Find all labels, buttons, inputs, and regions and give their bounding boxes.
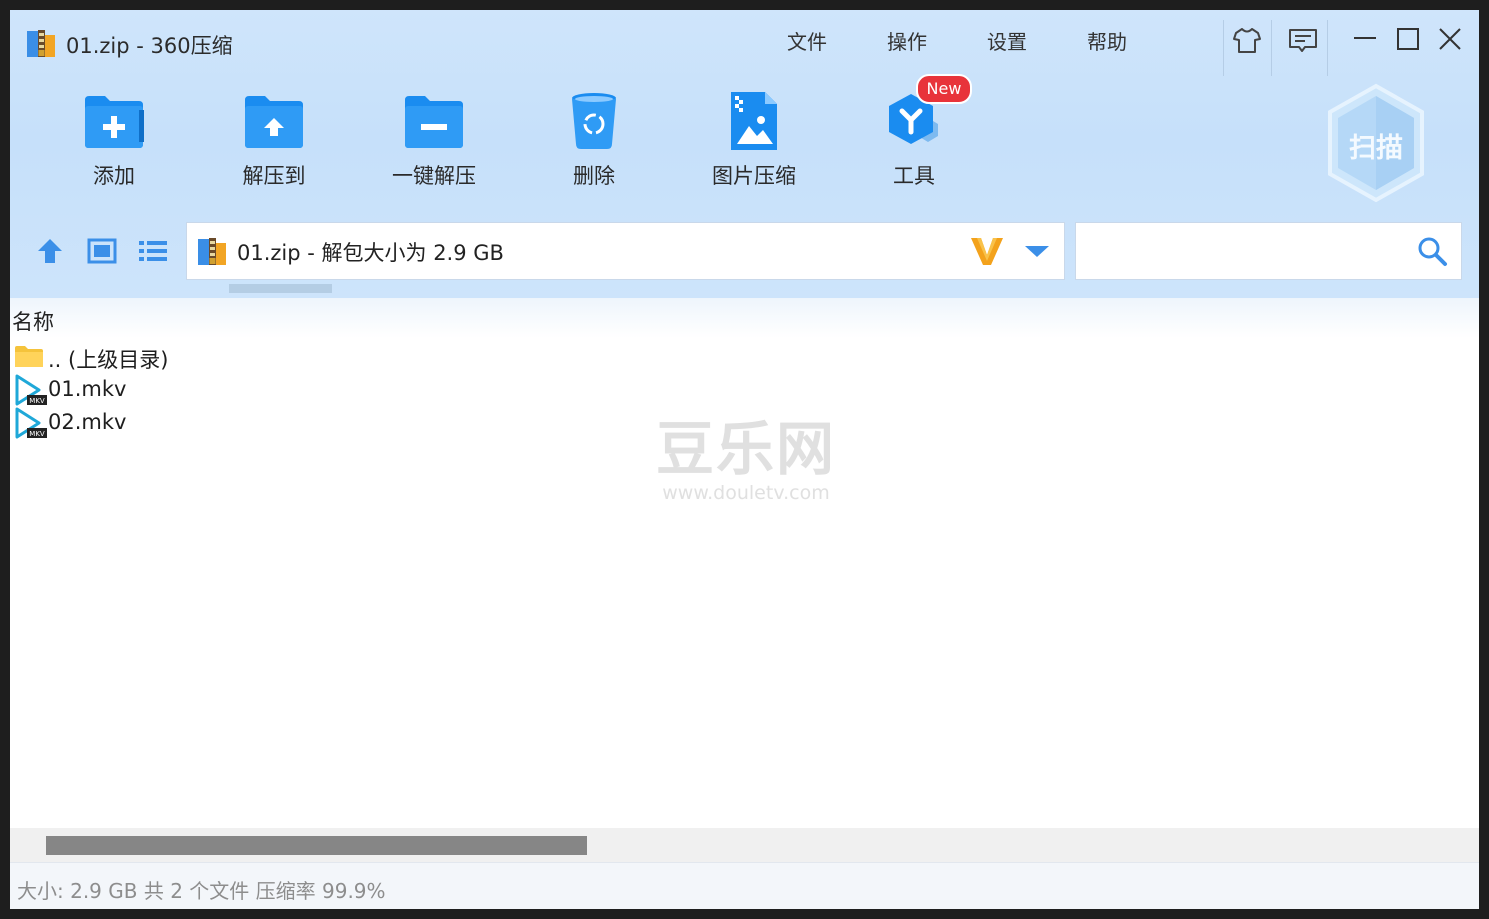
- one-click-label: 一键解压: [392, 164, 476, 188]
- scrollbar-thumb[interactable]: [46, 836, 587, 855]
- list-item[interactable]: MKV 02.mkv: [14, 407, 414, 439]
- one-click-folder-icon: [405, 96, 463, 148]
- search-input[interactable]: [1084, 231, 1408, 273]
- status-text: 大小: 2.9 GB 共 2 个文件 压缩率 99.9%: [17, 879, 386, 903]
- add-label: 添加: [93, 164, 135, 188]
- search-icon[interactable]: [1416, 235, 1448, 267]
- tools-label: 工具: [893, 164, 935, 188]
- mkv-file-icon: MKV: [15, 374, 47, 406]
- list-item-name: 02.mkv: [48, 410, 127, 434]
- recycle-bin-icon: [572, 93, 616, 149]
- column-header[interactable]: 名称: [10, 298, 1479, 338]
- thumbnail-view-icon[interactable]: [87, 236, 117, 266]
- menu-file[interactable]: 文件: [787, 26, 827, 55]
- image-file-icon: [731, 92, 777, 150]
- window-title: 01.zip - 360压缩: [66, 34, 233, 58]
- extract-to-label: 解压到: [242, 164, 306, 188]
- column-name-header[interactable]: 名称: [12, 306, 54, 336]
- list-item-name: .. (上级目录): [48, 348, 169, 372]
- address-bar[interactable]: 01.zip - 解包大小为 2.9 GB: [186, 222, 1065, 280]
- title-separator: [1271, 20, 1272, 76]
- menu-help[interactable]: 帮助: [1087, 26, 1127, 55]
- zip-archive-icon: [27, 30, 55, 57]
- maximize-icon[interactable]: [1392, 24, 1424, 56]
- scan-button[interactable]: 扫描: [1324, 82, 1428, 206]
- title-separator: [1327, 20, 1328, 76]
- feedback-message-icon[interactable]: [1287, 24, 1319, 56]
- mkv-file-icon: MKV: [15, 407, 47, 439]
- mkv-badge: MKV: [29, 397, 45, 405]
- extract-to-button[interactable]: 解压到: [209, 90, 339, 190]
- list-item-name: 01.mkv: [48, 377, 127, 401]
- watermark-title: 豆乐网: [655, 415, 836, 483]
- list-item[interactable]: MKV 01.mkv: [14, 374, 414, 406]
- image-compress-label: 图片压缩: [712, 164, 796, 188]
- address-text: 01.zip - 解包大小为 2.9 GB: [237, 241, 504, 265]
- vip-v-icon[interactable]: [969, 235, 1005, 267]
- up-arrow-icon[interactable]: [35, 236, 65, 266]
- close-icon[interactable]: [1434, 24, 1466, 56]
- list-item-parent-dir[interactable]: .. (上级目录): [14, 341, 414, 373]
- horizontal-scrollbar[interactable]: [10, 828, 1479, 862]
- app-window: 01.zip - 360压缩 文件 操作 设置 帮助 添加 解压到 一键解压 删…: [10, 10, 1479, 909]
- delete-label: 删除: [573, 164, 615, 188]
- chevron-down-icon[interactable]: [1022, 241, 1052, 261]
- extract-folder-icon: [245, 96, 303, 148]
- search-box[interactable]: [1075, 222, 1462, 280]
- new-badge: New: [916, 74, 972, 104]
- menu-operate[interactable]: 操作: [887, 26, 927, 55]
- mkv-badge: MKV: [29, 430, 45, 438]
- image-compress-button[interactable]: 图片压缩: [689, 90, 819, 190]
- tools-button[interactable]: 工具: [849, 90, 979, 190]
- watermark-url: www.douletv.com: [662, 482, 830, 504]
- skin-shirt-icon[interactable]: [1231, 24, 1263, 56]
- title-separator: [1223, 20, 1224, 76]
- scan-label: 扫描: [1349, 133, 1403, 164]
- watermark: 豆乐网 www.douletv.com: [646, 414, 846, 504]
- folder-icon: [15, 346, 43, 367]
- add-folder-icon: [85, 96, 144, 148]
- list-view-icon[interactable]: [138, 236, 168, 266]
- delete-button[interactable]: 删除: [529, 90, 659, 190]
- address-tab-indicator: [229, 284, 332, 293]
- header-area: 01.zip - 360压缩 文件 操作 设置 帮助 添加 解压到 一键解压 删…: [10, 10, 1479, 298]
- status-bar: 大小: 2.9 GB 共 2 个文件 压缩率 99.9%: [10, 862, 1479, 909]
- minimize-icon[interactable]: [1349, 24, 1381, 56]
- zip-archive-icon: [198, 238, 226, 265]
- one-click-extract-button[interactable]: 一键解压: [369, 90, 499, 190]
- menu-settings[interactable]: 设置: [987, 26, 1027, 55]
- add-button[interactable]: 添加: [49, 90, 179, 190]
